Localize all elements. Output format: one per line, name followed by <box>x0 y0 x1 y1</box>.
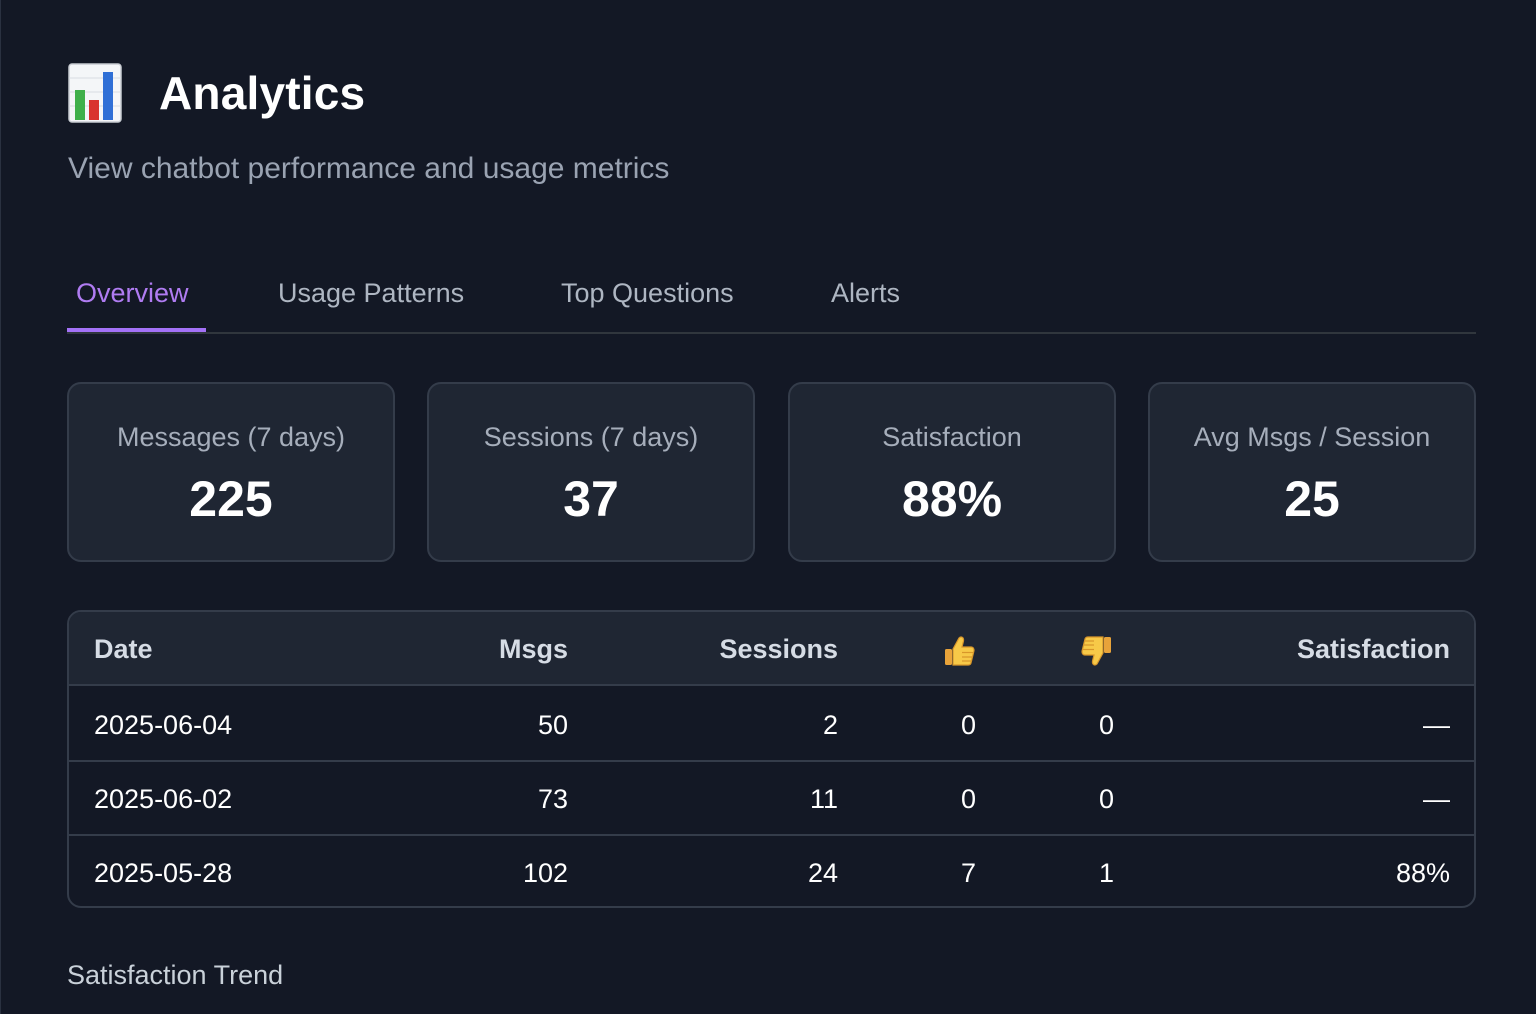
header-date[interactable]: Date <box>94 612 153 686</box>
stat-card-avg-msgs: Avg Msgs / Session 25 <box>1148 382 1476 562</box>
page-title: Analytics <box>159 67 366 119</box>
stat-value: 25 <box>1284 471 1340 527</box>
table-row: 2025-06-04 50 2 0 0 — <box>69 688 1474 762</box>
bar-chart-icon <box>68 63 122 123</box>
stat-value: 88% <box>901 471 1003 527</box>
table-header: Date Msgs Sessions Satisfaction <box>69 612 1474 686</box>
thumbs-up-icon <box>945 636 975 666</box>
header-sessions[interactable]: Sessions <box>719 612 838 686</box>
cell-thumbs-down: 1 <box>1098 858 1114 888</box>
cell-msgs: 73 <box>537 784 568 814</box>
cell-satisfaction: — <box>1423 710 1450 740</box>
cell-thumbs-up: 7 <box>960 858 976 888</box>
stat-value: 37 <box>563 471 619 527</box>
tab-overview[interactable]: Overview <box>76 278 189 309</box>
header-thumbs-down[interactable] <box>1080 612 1114 686</box>
header-msgs[interactable]: Msgs <box>499 612 568 686</box>
stat-value: 225 <box>189 471 273 527</box>
stat-card-sessions: Sessions (7 days) 37 <box>427 382 755 562</box>
table-row: 2025-05-28 102 24 7 1 88% <box>69 836 1474 906</box>
cell-thumbs-down: 0 <box>1098 710 1114 740</box>
cell-thumbs-up: 0 <box>960 784 976 814</box>
cell-msgs: 102 <box>522 858 568 888</box>
page-subtitle: View chatbot performance and usage metri… <box>68 152 670 185</box>
header-thumbs-up[interactable] <box>942 612 976 686</box>
cell-satisfaction: 88% <box>1395 858 1450 888</box>
table-row: 2025-06-02 73 11 0 0 — <box>69 762 1474 836</box>
page-header: Analytics <box>67 62 365 124</box>
cell-date: 2025-06-04 <box>94 710 233 740</box>
cell-satisfaction: — <box>1423 784 1450 814</box>
stat-label: Avg Msgs / Session <box>1193 422 1431 452</box>
cell-sessions: 2 <box>822 710 838 740</box>
tab-usage-patterns[interactable]: Usage Patterns <box>278 278 464 309</box>
stat-card-messages: Messages (7 days) 225 <box>67 382 395 562</box>
stat-label: Satisfaction <box>882 422 1022 452</box>
thumbs-down-icon <box>1081 636 1111 666</box>
stat-card-satisfaction: Satisfaction 88% <box>788 382 1116 562</box>
tab-top-questions[interactable]: Top Questions <box>561 278 734 309</box>
analytics-panel: Analytics View chatbot performance and u… <box>0 0 1536 1014</box>
cell-date: 2025-05-28 <box>94 858 233 888</box>
daily-stats-table: Date Msgs Sessions Satisfaction 2025-06-… <box>67 610 1476 908</box>
tab-alerts[interactable]: Alerts <box>831 278 900 309</box>
stat-label: Messages (7 days) <box>116 422 346 452</box>
active-tab-indicator <box>67 328 206 332</box>
stat-label: Sessions (7 days) <box>483 422 699 452</box>
cell-thumbs-down: 0 <box>1098 784 1114 814</box>
cell-thumbs-up: 0 <box>960 710 976 740</box>
cell-date: 2025-06-02 <box>94 784 233 814</box>
header-satisfaction[interactable]: Satisfaction <box>1297 612 1450 686</box>
cell-sessions: 24 <box>807 858 838 888</box>
cell-sessions: 11 <box>809 784 838 814</box>
satisfaction-trend-title: Satisfaction Trend <box>67 960 284 990</box>
cell-msgs: 50 <box>537 710 568 740</box>
tab-bar: Overview Usage Patterns Top Questions Al… <box>67 272 1476 334</box>
